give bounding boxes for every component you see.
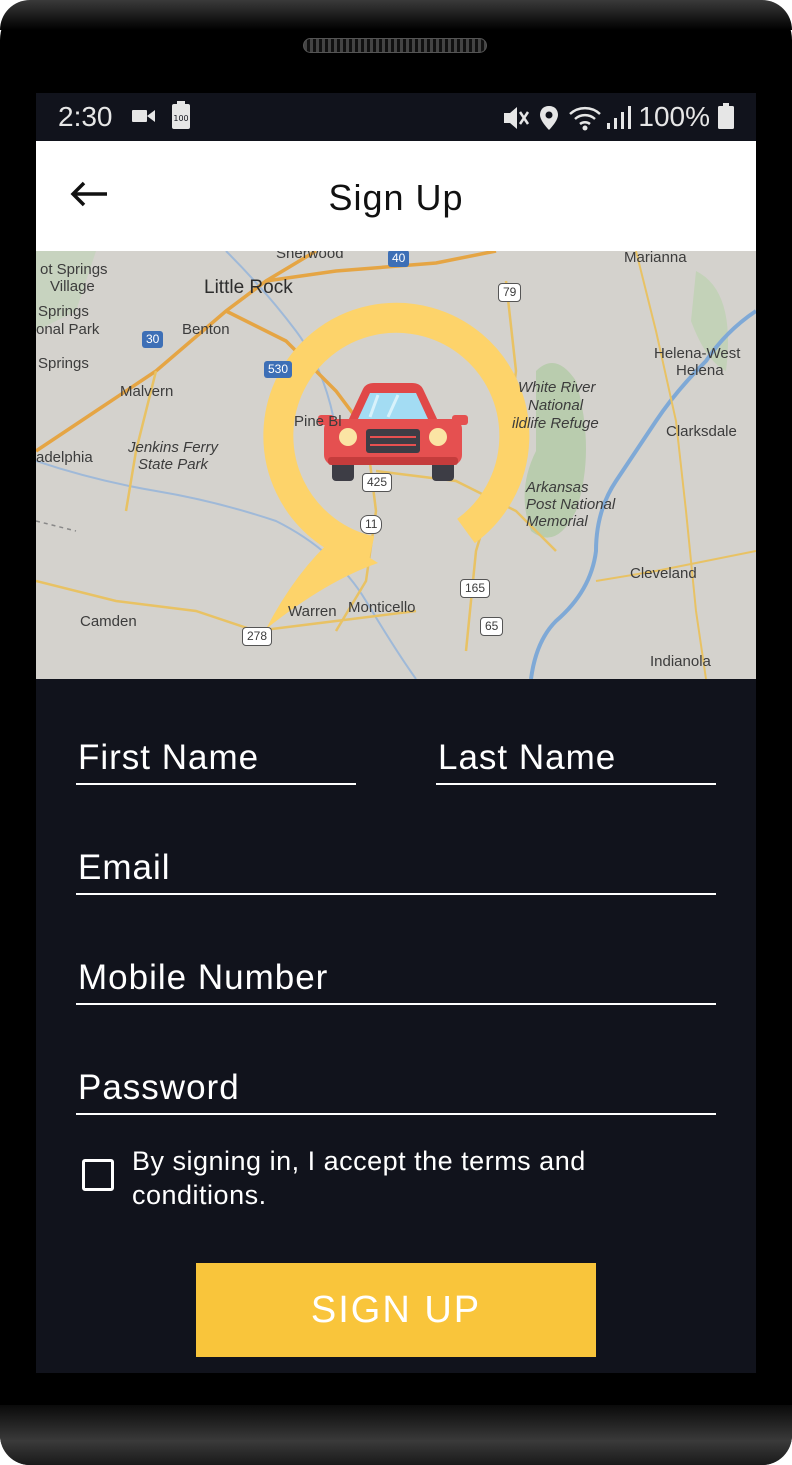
map-label: adelphia [36, 449, 93, 466]
map-label: Helena [676, 362, 724, 379]
map-label: Village [50, 278, 95, 295]
map-label: Jenkins Ferry [128, 439, 219, 456]
page-title: Sign Up [328, 177, 464, 218]
map-label: State Park [138, 456, 209, 473]
map-label: Cleveland [630, 565, 697, 582]
route-shield: 79 [498, 283, 522, 302]
terms-label: By signing in, I accept the terms and co… [132, 1146, 586, 1210]
map-label: Camden [80, 613, 137, 630]
map-label: onal Park [36, 321, 100, 338]
location-icon [538, 105, 560, 136]
route-shield: 425 [362, 473, 393, 492]
phone-frame: 2:30 100 100% Sign Up ot Springs Village… [0, 0, 792, 1465]
password-input[interactable] [76, 1065, 716, 1111]
video-camera-icon [132, 105, 156, 132]
map-label: Springs [38, 355, 89, 372]
map-label: Helena-West [654, 345, 741, 362]
map-label: White River [518, 379, 596, 396]
speaker-grille [303, 38, 487, 53]
map-label: Springs [38, 303, 89, 320]
phone-bottom-edge [0, 1405, 792, 1465]
mobile-number-field [76, 955, 716, 1005]
battery-icon [718, 103, 734, 134]
route-shield: 165 [460, 579, 491, 598]
route-shield: 40 [388, 251, 410, 267]
map-label: Marianna [624, 251, 687, 266]
mobile-number-input[interactable] [76, 955, 716, 1001]
phone-top-edge [0, 0, 792, 30]
email-input[interactable] [76, 845, 716, 891]
route-shield: 530 [264, 361, 293, 378]
screen: 2:30 100 100% Sign Up ot Springs Village… [36, 93, 756, 1373]
status-time: 2:30 [58, 101, 113, 132]
route-shield: 278 [242, 627, 273, 646]
map-label: Warren [288, 603, 337, 620]
map-label: National [528, 397, 584, 414]
map-label: Arkansas [526, 479, 589, 496]
map-label: ildlife Refuge [512, 415, 599, 432]
map-label: Malvern [120, 383, 174, 400]
terms-checkbox[interactable] [82, 1159, 114, 1191]
map-label: Clarksdale [666, 423, 737, 440]
map-label: Post National [526, 496, 616, 513]
map-label: Little Rock [204, 277, 293, 298]
route-shield: 11 [360, 515, 383, 534]
last-name-field [436, 735, 716, 785]
svg-text:100: 100 [173, 114, 188, 123]
route-shield: 30 [142, 331, 164, 348]
map-banner: ot Springs Village Springs onal Park Spr… [36, 251, 756, 679]
battery-saver-icon: 100 [172, 101, 190, 134]
app-bar: Sign Up [36, 141, 756, 251]
car-icon [318, 383, 468, 481]
status-bar: 2:30 100 100% [36, 93, 756, 141]
mute-icon [502, 105, 530, 136]
last-name-input[interactable] [436, 735, 716, 781]
map-label: Indianola [650, 653, 711, 670]
signal-icon [606, 105, 632, 136]
battery-percent: 100% [638, 101, 710, 132]
wifi-icon [568, 105, 602, 136]
first-name-input[interactable] [76, 735, 356, 781]
first-name-field [76, 735, 356, 785]
map-label: Pine Bl [294, 413, 342, 430]
password-field [76, 1065, 716, 1115]
map-label: Memorial [526, 513, 588, 530]
map-label: Sherwood [276, 251, 344, 262]
map-label: Monticello [348, 599, 416, 616]
map-label: ot Springs [40, 261, 108, 278]
route-shield: 65 [480, 617, 504, 636]
email-field [76, 845, 716, 895]
sign-up-button[interactable]: SIGN UP [196, 1263, 596, 1357]
map-label: Benton [182, 321, 230, 338]
